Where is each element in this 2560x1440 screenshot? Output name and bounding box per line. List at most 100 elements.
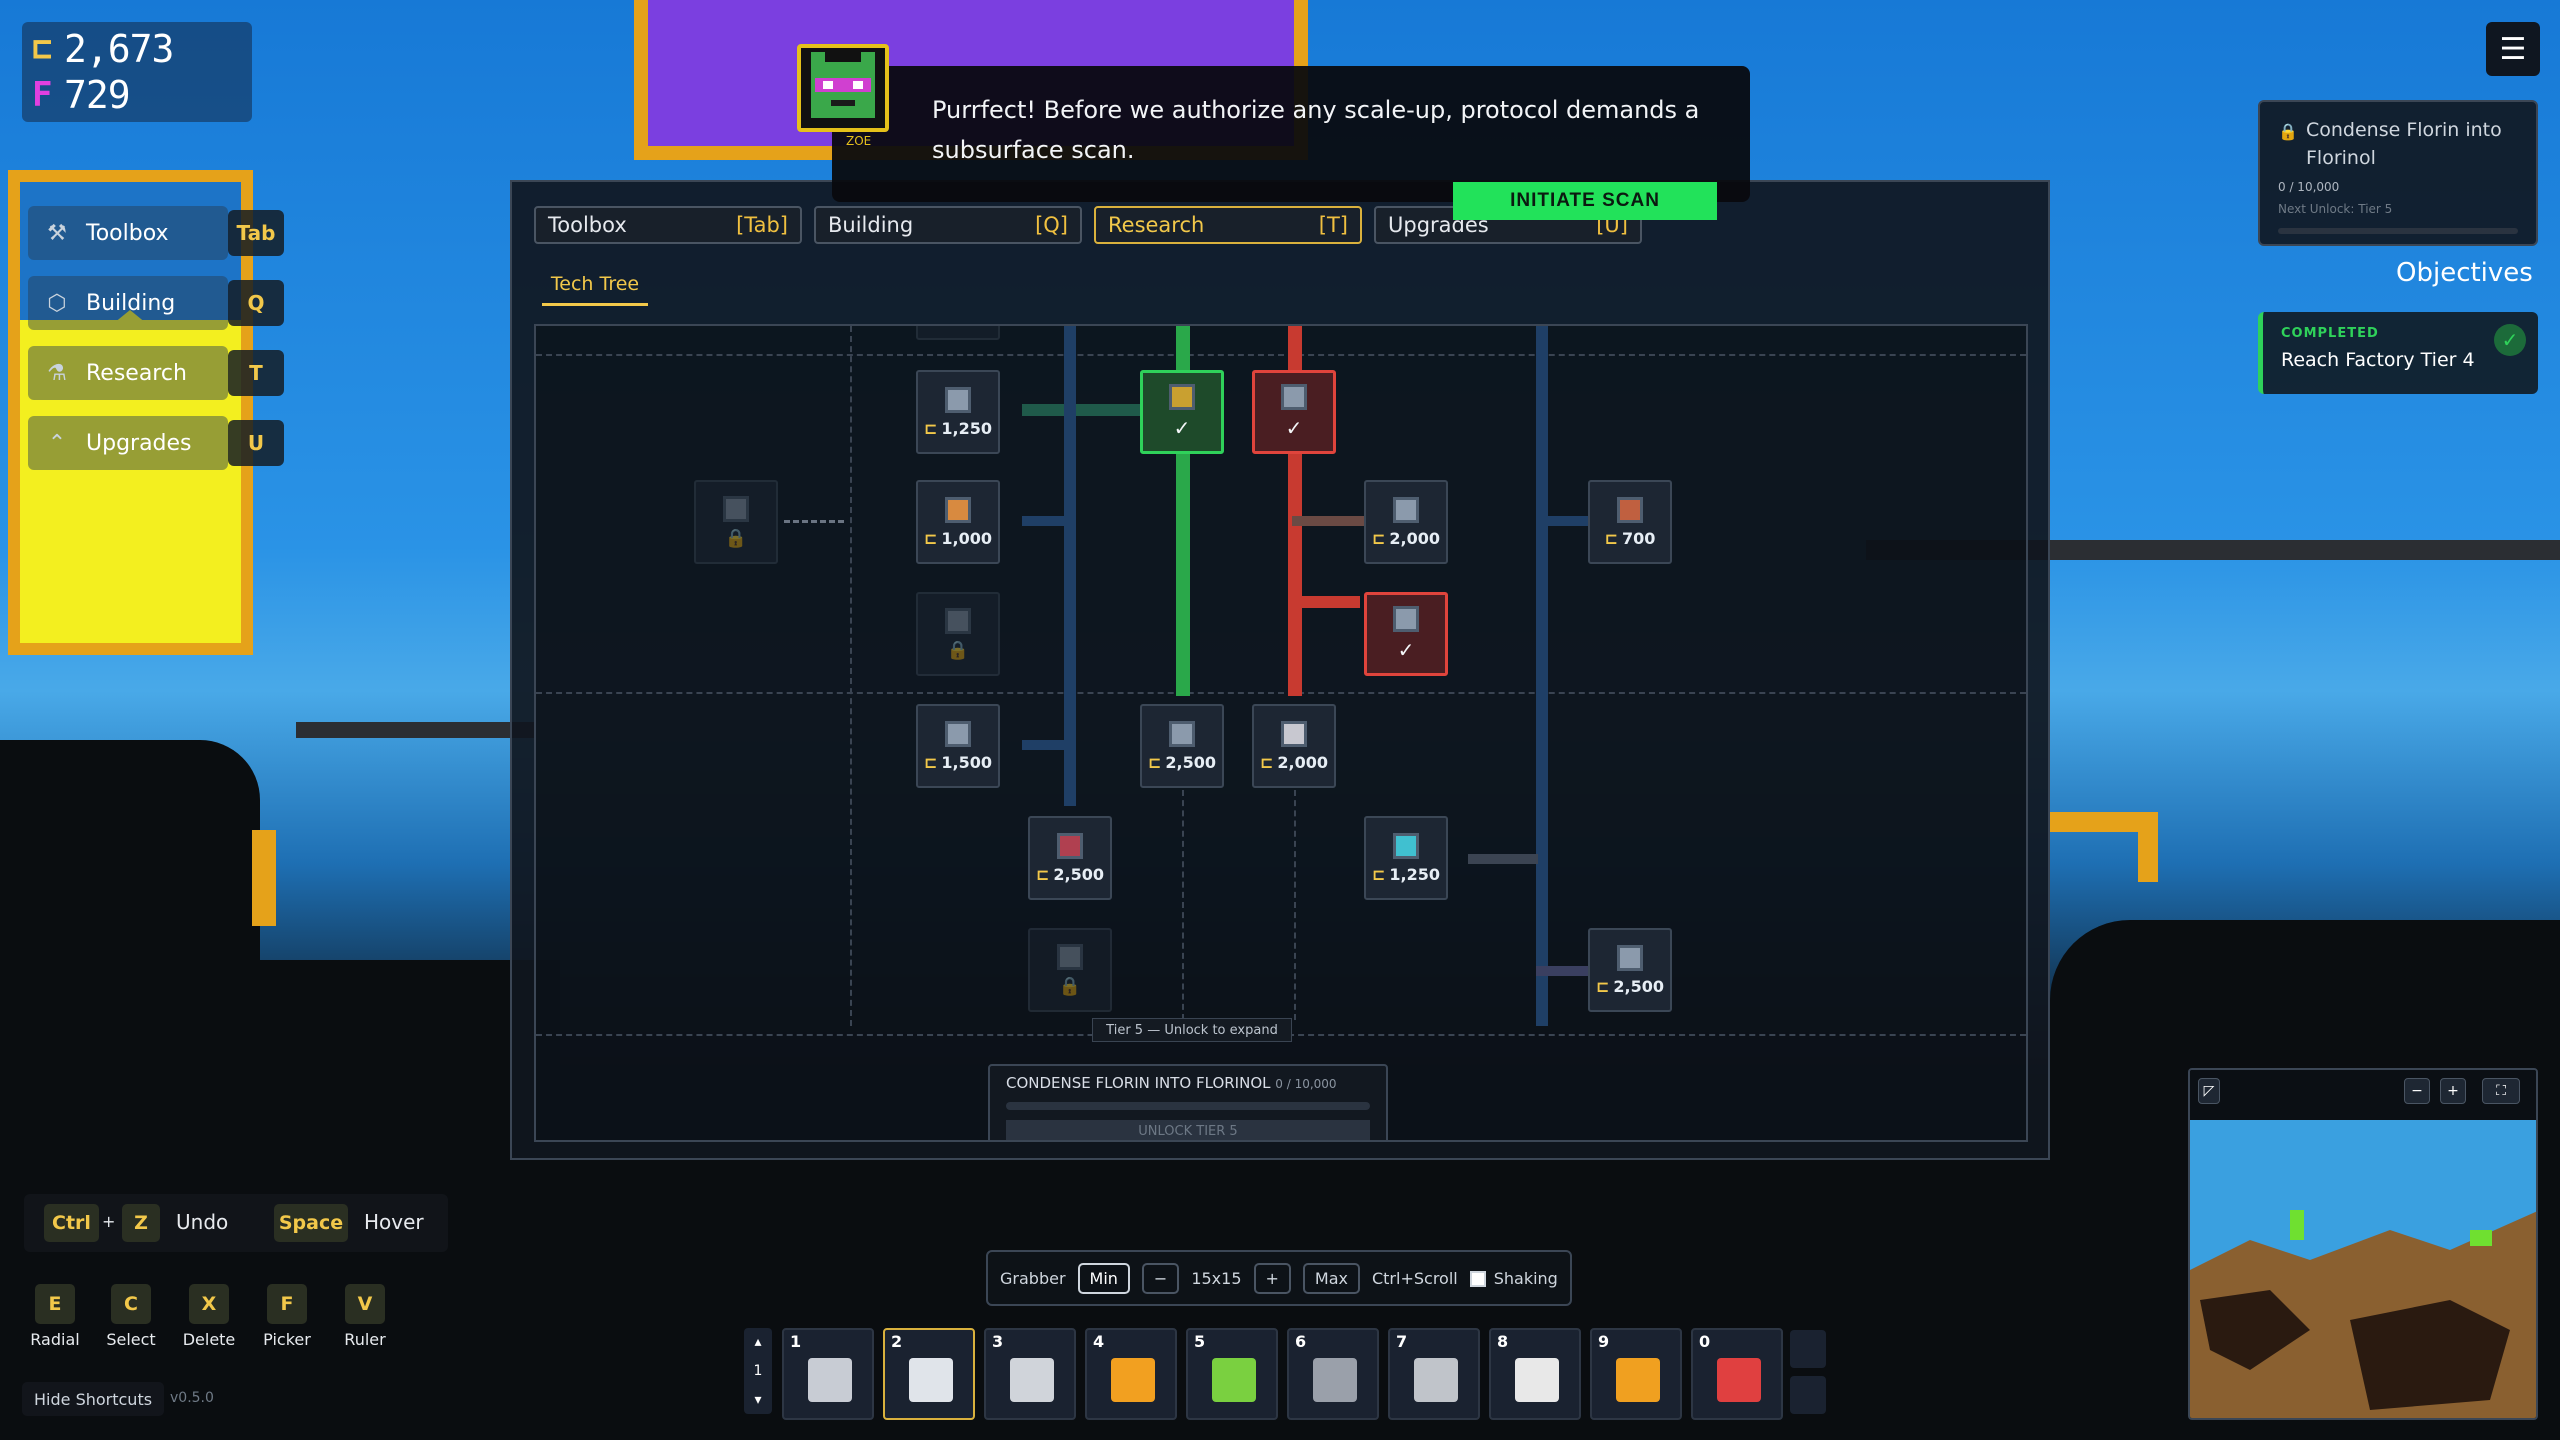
initiate-scan-button[interactable]: INITIATE SCAN bbox=[1453, 182, 1717, 220]
tech-icon bbox=[945, 496, 971, 523]
tech-node-locked[interactable]: 🔒 bbox=[1028, 928, 1112, 1012]
tech-node[interactable]: ⊏ 2,000 bbox=[1364, 480, 1448, 564]
hotbar-slot[interactable]: 8 bbox=[1489, 1328, 1581, 1420]
menu-research[interactable]: ⚗ Research bbox=[28, 346, 228, 400]
menu-upgrades[interactable]: ⌃ Upgrades bbox=[28, 416, 228, 470]
grabber-min-button[interactable]: Min bbox=[1077, 1262, 1130, 1294]
hotbar-slot-number: 8 bbox=[1497, 1332, 1509, 1351]
node-cost-value: 700 bbox=[1622, 528, 1656, 548]
tech-icon bbox=[1057, 943, 1083, 970]
tab-building[interactable]: Building [Q] bbox=[814, 206, 1082, 244]
tool-radial[interactable]: E Radial bbox=[22, 1284, 88, 1349]
tech-node-researched[interactable]: ✓ bbox=[1252, 370, 1336, 454]
hotbar-slot[interactable]: 6 bbox=[1287, 1328, 1379, 1420]
tech-node-locked[interactable]: 🔒 bbox=[916, 592, 1000, 676]
tool-ruler-key: V bbox=[345, 1284, 385, 1324]
menu-research-key: T bbox=[228, 350, 284, 396]
tech-node-researched[interactable]: ✓ bbox=[1364, 592, 1448, 676]
node-cost-value: 1,250 bbox=[941, 418, 992, 438]
menu-toolbox[interactable]: ⚒ Toolbox bbox=[28, 206, 228, 260]
condition-title: CONDENSE FLORIN INTO FLORINOL bbox=[1006, 1074, 1271, 1092]
purple-path bbox=[1536, 966, 1594, 976]
shaking-toggle[interactable]: Shaking bbox=[1469, 1269, 1558, 1288]
tech-tree[interactable]: ⊏750 ⊏1,250 ✓ ✓ 🔒 ⊏1,000 ⊏2,000 ⊏700 bbox=[534, 324, 2028, 1142]
hotbar-slot[interactable]: 5 bbox=[1186, 1328, 1278, 1420]
tech-icon bbox=[1281, 720, 1307, 747]
hotbar-slot[interactable]: 7 bbox=[1388, 1328, 1480, 1420]
blue-path bbox=[1536, 516, 1594, 526]
red-path bbox=[1288, 596, 1360, 608]
tech-node[interactable]: ⊏ 1,500 bbox=[916, 704, 1000, 788]
tech-icon bbox=[945, 386, 971, 413]
tech-node-researched[interactable]: ✓ bbox=[1140, 370, 1224, 454]
hotbar-slot-number: 5 bbox=[1194, 1332, 1206, 1351]
node-cost: ⊏ 2,500 bbox=[1595, 976, 1664, 996]
tab-toolbox[interactable]: Toolbox [Tab] bbox=[534, 206, 802, 244]
objective-card[interactable]: 🔒 Condense Florin into Florinol 0 / 10,0… bbox=[2258, 100, 2538, 246]
collapse-icon[interactable]: ◸ bbox=[2198, 1078, 2220, 1104]
node-cost: ⊏ 1,250 bbox=[923, 418, 992, 438]
grabber-increase-button[interactable]: + bbox=[1253, 1262, 1291, 1294]
hotbar-slot[interactable]: 9 bbox=[1590, 1328, 1682, 1420]
tech-node[interactable]: ⊏ 700 bbox=[1588, 480, 1672, 564]
tech-node[interactable]: ⊏ 2,500 bbox=[1140, 704, 1224, 788]
menu-building[interactable]: ⬡ Building bbox=[28, 276, 228, 330]
hotbar-slot[interactable]: 0 bbox=[1691, 1328, 1783, 1420]
dialog-message: Purrfect! Before we authorize any scale-… bbox=[932, 96, 1700, 164]
grabber-hint: Ctrl+Scroll bbox=[1371, 1268, 1458, 1288]
tech-node[interactable]: ⊏ 1,250 bbox=[916, 370, 1000, 454]
node-cost-value: 2,500 bbox=[1165, 752, 1216, 772]
tech-icon bbox=[1393, 496, 1419, 523]
building-item-icon bbox=[1212, 1358, 1256, 1402]
objective-title-text: Condense Florin into Florinol bbox=[2306, 119, 2502, 169]
zoom-out-button[interactable]: − bbox=[2404, 1078, 2430, 1104]
menu-icon[interactable]: ☰ bbox=[2486, 22, 2540, 76]
tech-node[interactable]: ⊏ 2,500 bbox=[1028, 816, 1112, 900]
lock-icon: 🔒 bbox=[2278, 122, 2298, 141]
shaking-checkbox[interactable] bbox=[1469, 1271, 1486, 1287]
tool-select[interactable]: C Select bbox=[98, 1284, 164, 1349]
node-cost: ⊏ 1,000 bbox=[923, 528, 992, 548]
hotbar-pager[interactable]: ▴ 1 ▾ bbox=[744, 1328, 772, 1414]
subtab-tech-tree[interactable]: Tech Tree bbox=[542, 264, 648, 306]
tech-node[interactable]: ⊏ 1,000 bbox=[916, 480, 1000, 564]
grabber-decrease-button[interactable]: − bbox=[1141, 1262, 1180, 1294]
node-cost: ⊏ 1,500 bbox=[923, 752, 992, 772]
delete-area-icon[interactable] bbox=[1790, 1376, 1826, 1414]
tech-node-locked[interactable]: 🔒 bbox=[694, 480, 778, 564]
tech-node[interactable]: ⊏750 bbox=[916, 326, 1000, 340]
hotbar-slot-number: 1 bbox=[790, 1332, 802, 1351]
building-item-icon bbox=[1111, 1358, 1155, 1402]
building-item-icon bbox=[909, 1358, 953, 1402]
hotbar-slot[interactable]: 3 bbox=[984, 1328, 1076, 1420]
check-icon: ✓ bbox=[1173, 416, 1191, 440]
hotbar-slot[interactable]: 2 bbox=[883, 1328, 975, 1420]
fullscreen-icon[interactable]: ⛶ bbox=[2482, 1078, 2520, 1104]
page-down-icon[interactable]: ▾ bbox=[754, 1392, 761, 1408]
tech-node[interactable]: ⊏ 2,500 bbox=[1588, 928, 1672, 1012]
unlock-tier-button[interactable]: UNLOCK TIER 5 bbox=[1006, 1120, 1370, 1140]
hotbar-page-number: 1 bbox=[753, 1362, 763, 1379]
page-up-icon[interactable]: ▴ bbox=[754, 1334, 761, 1350]
tool-ruler[interactable]: V Ruler bbox=[332, 1284, 398, 1349]
select-area-icon[interactable] bbox=[1790, 1330, 1826, 1368]
blue-path bbox=[1064, 326, 1076, 806]
tech-node[interactable]: ⊏ 1,250 bbox=[1364, 816, 1448, 900]
hide-shortcuts-button[interactable]: Hide Shortcuts bbox=[22, 1382, 165, 1416]
hotbar-slot[interactable]: 1 bbox=[782, 1328, 874, 1420]
space-key: Space bbox=[274, 1204, 348, 1242]
tool-picker[interactable]: F Picker bbox=[254, 1284, 320, 1349]
tab-building-key: [Q] bbox=[1035, 213, 1068, 237]
zoom-in-button[interactable]: + bbox=[2440, 1078, 2466, 1104]
tech-node[interactable]: ⊏ 2,000 bbox=[1252, 704, 1336, 788]
tool-delete[interactable]: X Delete bbox=[176, 1284, 242, 1349]
minimap[interactable]: ◸ − + ⛶ bbox=[2188, 1068, 2538, 1420]
node-cost-value: 2,500 bbox=[1613, 976, 1664, 996]
tier-divider bbox=[536, 692, 2026, 694]
gold-amount: 2,673 bbox=[64, 27, 174, 71]
tab-research[interactable]: Research [T] bbox=[1094, 206, 1362, 244]
node-cost-value: 1,000 bbox=[941, 528, 992, 548]
hotbar-slot[interactable]: 4 bbox=[1085, 1328, 1177, 1420]
grabber-max-button[interactable]: Max bbox=[1302, 1262, 1360, 1294]
tab-research-label: Research bbox=[1108, 213, 1205, 237]
